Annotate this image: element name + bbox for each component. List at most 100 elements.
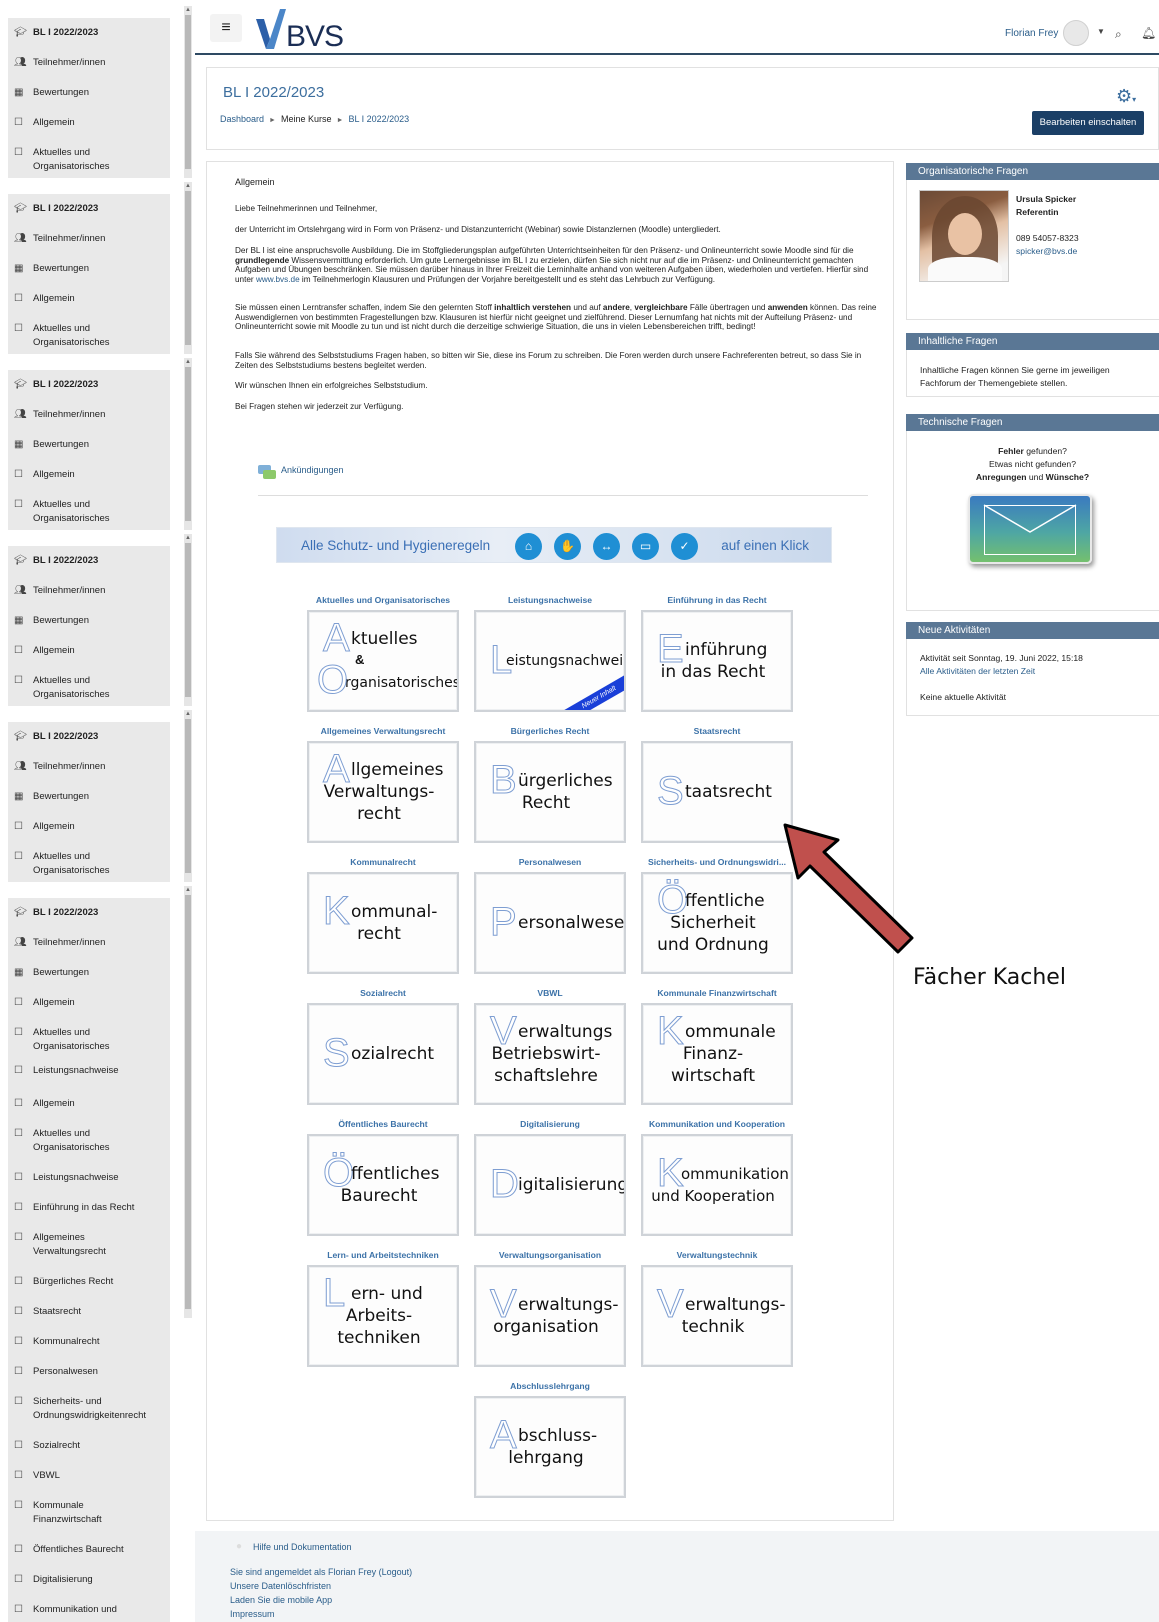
folder-icon: ☐: [14, 323, 23, 334]
scrollbar-thumb[interactable]: [185, 191, 191, 345]
bell-icon[interactable]: 🔔︎: [1141, 26, 1156, 40]
tile-label[interactable]: Allgemeines Verwaltungsrecht: [303, 726, 463, 736]
tile-label[interactable]: Kommunale Finanzwirtschaft: [637, 988, 797, 998]
subject-tile[interactable]: Kommunale Finanz-wirtschaft: [641, 1003, 793, 1105]
hygiene-rules-banner[interactable]: Alle Schutz- und Hygieneregeln ⌂ ✋ ↔ ▭ ✓…: [276, 527, 832, 563]
subject-tile[interactable]: Digitalisierung: [474, 1134, 626, 1236]
scroll-up-icon[interactable]: ▲: [184, 534, 192, 542]
subject-tile[interactable]: Aktuelles & rganisatorisches O: [307, 610, 459, 712]
tile-label[interactable]: Bürgerliches Recht: [470, 726, 630, 736]
folder-icon: ☐: [14, 1500, 23, 1511]
help-link[interactable]: Hilfe und Dokumentation: [253, 1541, 352, 1553]
sidebar-item-label: Finanzwirtschaft: [33, 1514, 102, 1525]
subject-tile[interactable]: Öffentliche Sicherheit und Ordnung: [641, 872, 793, 974]
subject-tile[interactable]: Sozialrecht: [307, 1003, 459, 1105]
scroll-up-icon[interactable]: ▲: [184, 710, 192, 718]
tile-label[interactable]: Abschlusslehrgang: [470, 1381, 630, 1391]
mobile-app-link[interactable]: Laden Sie die mobile App: [230, 1594, 332, 1606]
tile-label[interactable]: Leistungsnachweise: [470, 595, 630, 605]
sidebar-item-label: Einführung in das Recht: [33, 1202, 135, 1213]
subject-tile[interactable]: Lern- und Arbeits-techniken: [307, 1265, 459, 1367]
tile-label[interactable]: Personalwesen: [470, 857, 630, 867]
tile-label[interactable]: Sicherheits- und Ordnungswidri...: [637, 857, 797, 867]
folder-icon: ☐: [14, 1574, 23, 1585]
gear-icon[interactable]: ⚙▾: [1116, 86, 1136, 107]
scrollbar[interactable]: ▲: [184, 358, 192, 530]
data-deletion-link[interactable]: Unsere Datenlöschfristen: [230, 1580, 331, 1592]
scrollbar-thumb[interactable]: [185, 367, 191, 521]
text: gefunden?: [1023, 446, 1067, 456]
sidebar-item-label: Bewertungen: [33, 967, 89, 978]
tile-label[interactable]: Staatsrecht: [637, 726, 797, 736]
imprint-link[interactable]: Impressum: [230, 1608, 275, 1620]
scroll-up-icon[interactable]: ▲: [184, 358, 192, 366]
subject-tile[interactable]: Staatsrecht: [641, 741, 793, 843]
tile-label[interactable]: Sozialrecht: [303, 988, 463, 998]
scrollbar-thumb[interactable]: [185, 895, 191, 1309]
announcements-link[interactable]: Ankündigungen: [281, 465, 344, 475]
user-name[interactable]: Florian Frey: [1005, 28, 1058, 39]
breadcrumb-my-courses[interactable]: Meine Kurse: [281, 114, 332, 124]
logout-link[interactable]: Sie sind angemeldet als Florian Frey (Lo…: [230, 1566, 412, 1578]
block-content-header: Inhaltliche Fragen: [906, 333, 1159, 350]
bvs-logo[interactable]: BVS: [256, 9, 344, 53]
breadcrumb-course[interactable]: BL I 2022/2023: [348, 114, 409, 124]
scrollbar[interactable]: ▲: [184, 534, 192, 706]
subject-tile[interactable]: Allgemeines Verwaltungs-recht: [307, 741, 459, 843]
user-avatar[interactable]: [1063, 20, 1089, 46]
edit-mode-button[interactable]: Bearbeiten einschalten: [1032, 111, 1144, 135]
subject-tile[interactable]: Öffentliches Baurecht: [307, 1134, 459, 1236]
breadcrumb-dashboard[interactable]: Dashboard: [220, 114, 264, 124]
subject-tile[interactable]: Verwaltungs Betriebswirt-schaftslehre: [474, 1003, 626, 1105]
tile-text: ommunikation: [681, 1165, 789, 1183]
mail-icon[interactable]: [968, 494, 1092, 564]
sidebar-item-label: BL I 2022/2023: [33, 731, 99, 742]
sidebar-item-label: Organisatorisches: [33, 513, 110, 524]
text-bold: andere: [602, 303, 630, 312]
subject-tile[interactable]: Kommunal-recht: [307, 872, 459, 974]
subject-tile[interactable]: Verwaltungs-technik: [641, 1265, 793, 1367]
scrollbar[interactable]: ▲: [184, 6, 192, 178]
caret-down-icon[interactable]: ▼: [1097, 27, 1105, 36]
subject-tile[interactable]: Verwaltungs-organisation: [474, 1265, 626, 1367]
scroll-up-icon[interactable]: ▲: [184, 886, 192, 894]
subject-tile[interactable]: Kommunikation und Kooperation: [641, 1134, 793, 1236]
sidebar-item-label: Digitalisierung: [33, 1574, 93, 1585]
tile-label[interactable]: Lern- und Arbeitstechniken: [303, 1250, 463, 1260]
tile-label[interactable]: Verwaltungsorganisation: [470, 1250, 630, 1260]
sidebar-item-label: Staatsrecht: [33, 1306, 82, 1317]
hamburger-icon[interactable]: ≡: [210, 14, 242, 42]
subject-tile[interactable]: Bürgerliches Recht: [474, 741, 626, 843]
tile-label[interactable]: Kommunalrecht: [303, 857, 463, 867]
subject-tile[interactable]: Einführung in das Recht: [641, 610, 793, 712]
sidebar-item-label: Allgemein: [33, 469, 75, 480]
scroll-up-icon[interactable]: ▲: [184, 182, 192, 190]
tile-label[interactable]: Verwaltungstechnik: [637, 1250, 797, 1260]
intro-paragraph-3: Sie müssen einen Lerntransfer schaffen, …: [235, 303, 880, 332]
scrollbar[interactable]: ▲: [184, 886, 192, 1318]
scrollbar[interactable]: ▲: [184, 710, 192, 882]
scrollbar-thumb[interactable]: [185, 543, 191, 697]
tile-label[interactable]: Digitalisierung: [470, 1119, 630, 1129]
search-icon[interactable]: ⌕: [1115, 27, 1122, 42]
scrollbar-thumb[interactable]: [185, 15, 191, 169]
tile-label[interactable]: Einführung in das Recht: [637, 595, 797, 605]
scrollbar-thumb[interactable]: [185, 719, 191, 873]
scroll-up-icon[interactable]: ▲: [184, 6, 192, 14]
tile-label[interactable]: Kommunikation und Kooperation: [637, 1119, 797, 1129]
subject-tile[interactable]: Abschluss-lehrgang: [474, 1396, 626, 1498]
graduation-cap-icon: 🎓︎: [14, 27, 27, 38]
users-icon: 👥︎: [14, 761, 27, 772]
tile-label[interactable]: VBWL: [470, 988, 630, 998]
tile-label[interactable]: Aktuelles und Organisatorisches: [303, 595, 463, 605]
tile-label[interactable]: Öffentliches Baurecht: [303, 1119, 463, 1129]
contact-email-link[interactable]: spicker@bvs.de: [1016, 246, 1077, 257]
subject-tile[interactable]: Personalwesen: [474, 872, 626, 974]
bvs-link[interactable]: www.bvs.de: [256, 275, 300, 284]
contact-role: Referentin: [1016, 207, 1059, 217]
sidebar-item-label: Kommunikation und: [33, 1604, 117, 1615]
subject-tile[interactable]: Leistungsnachweise Neuer Inhalt: [474, 610, 626, 712]
scrollbar[interactable]: ▲: [184, 182, 192, 354]
forum-icon[interactable]: [258, 465, 276, 479]
all-activities-link[interactable]: Alle Aktivitäten der letzten Zeit: [920, 666, 1035, 677]
